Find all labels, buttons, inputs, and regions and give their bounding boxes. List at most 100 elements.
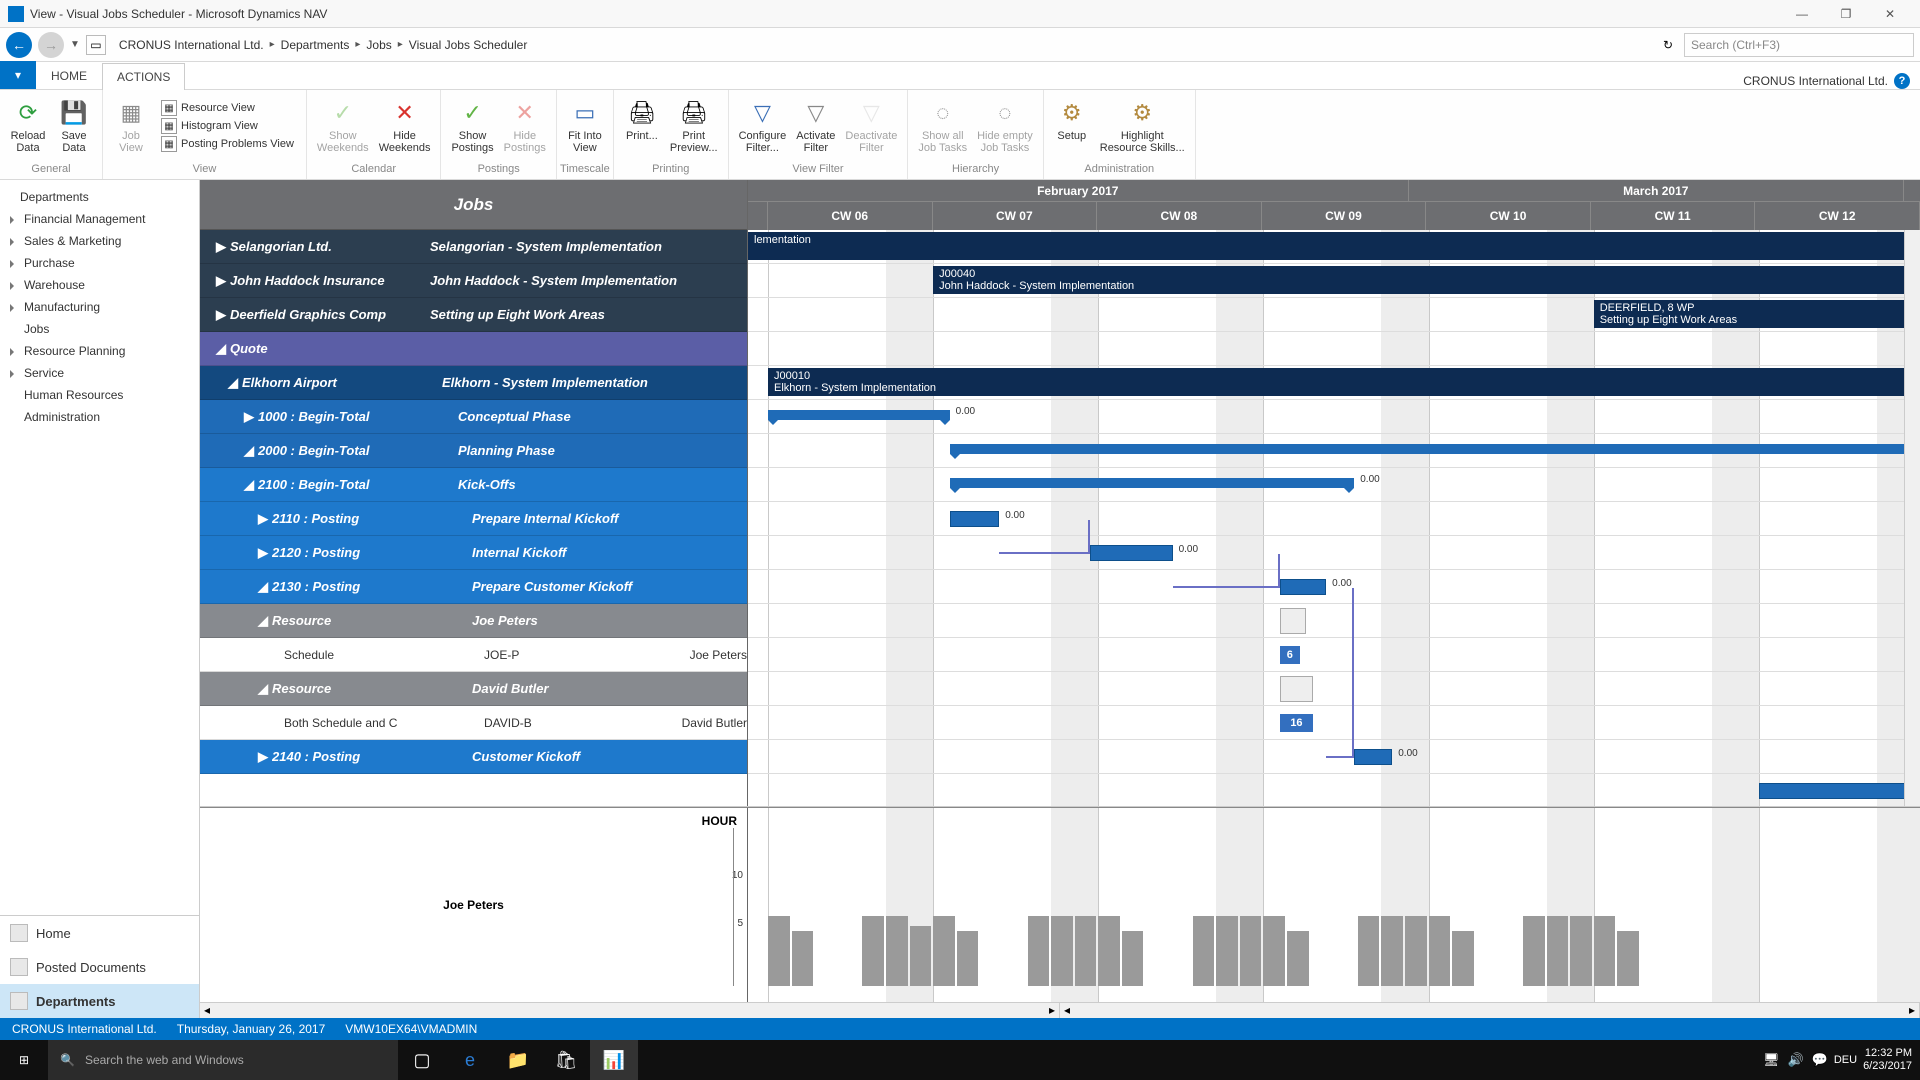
gantt-task-2110[interactable] <box>950 511 1000 527</box>
gantt-chart-body[interactable]: lementation J00040John Haddock - System I… <box>748 230 1920 806</box>
job-row[interactable]: ▶Selangorian Ltd.Selangorian - System Im… <box>200 230 747 264</box>
gantt-link[interactable] <box>1173 554 1280 588</box>
breadcrumb-part[interactable]: Visual Jobs Scheduler <box>409 38 528 52</box>
gantt-bar-deerfield[interactable]: DEERFIELD, 8 WPSetting up Eight Work Are… <box>1594 300 1920 328</box>
nav-posted-documents[interactable]: Posted Documents <box>0 950 199 984</box>
expand-icon[interactable]: ▶ <box>216 273 230 289</box>
configure-filter[interactable]: ▽Configure Filter... <box>735 96 791 156</box>
job-row[interactable]: ◢ResourceJoe Peters <box>200 604 747 638</box>
tray-language[interactable]: DEU <box>1834 1054 1857 1066</box>
gantt-bar-haddock[interactable]: J00040John Haddock - System Implementati… <box>933 266 1920 294</box>
expand-icon[interactable]: ▶ <box>216 307 230 323</box>
expand-icon[interactable]: ◢ <box>258 681 272 697</box>
gantt-summary-2000[interactable] <box>950 444 1920 454</box>
tray-icon[interactable]: 🖥 <box>1763 1052 1780 1068</box>
gantt-summary-1000[interactable] <box>768 410 950 420</box>
save-data[interactable]: 💾Save Data <box>52 96 96 156</box>
expand-icon[interactable]: ◢ <box>244 477 258 493</box>
gantt-bar-elkhorn[interactable]: J00010Elkhorn - System Implementation <box>768 368 1920 396</box>
print[interactable]: 🖨Print... <box>620 96 664 144</box>
gantt-value[interactable]: 0.00 <box>1398 748 1417 759</box>
gantt-bar-selangorian[interactable]: lementation <box>748 232 1920 260</box>
gantt-allocbox-joe[interactable] <box>1280 608 1306 634</box>
fit-into-view[interactable]: ▭Fit Into View <box>563 96 607 156</box>
job-row[interactable]: Both Schedule and CDAVID-BDavid Butler <box>200 706 747 740</box>
job-row[interactable]: ◢2000 : Begin-TotalPlanning Phase <box>200 434 747 468</box>
maximize-button[interactable]: ❐ <box>1824 0 1868 28</box>
nav-item-administration[interactable]: Administration <box>0 406 199 428</box>
expand-icon[interactable]: ▶ <box>244 409 258 425</box>
job-row[interactable]: ▶2120 : PostingInternal Kickoff <box>200 536 747 570</box>
activate-filter[interactable]: ▽Activate Filter <box>792 96 839 156</box>
nav-item-jobs[interactable]: Jobs <box>0 318 199 340</box>
show-postings[interactable]: ✓Show Postings <box>447 96 497 156</box>
nav-item-sales-marketing[interactable]: Sales & Marketing <box>0 230 199 252</box>
breadcrumb-part[interactable]: Departments <box>281 38 350 52</box>
job-row[interactable]: ◢2100 : Begin-TotalKick-Offs <box>200 468 747 502</box>
job-row[interactable]: ▶John Haddock InsuranceJohn Haddock - Sy… <box>200 264 747 298</box>
breadcrumb-part[interactable]: CRONUS International Ltd. <box>119 38 264 52</box>
nav-app-icon[interactable]: 📊 <box>590 1040 638 1080</box>
job-row[interactable]: ◢Elkhorn AirportElkhorn - System Impleme… <box>200 366 747 400</box>
nav-item-human-resources[interactable]: Human Resources <box>0 384 199 406</box>
nav-item-departments[interactable]: Departments <box>0 186 199 208</box>
highlight-resource-skills[interactable]: ⚙Highlight Resource Skills... <box>1096 96 1189 156</box>
gantt-allocbox-david[interactable] <box>1280 676 1313 702</box>
gantt-task-2130[interactable] <box>1280 579 1326 595</box>
job-row[interactable]: ◢Quote <box>200 332 747 366</box>
breadcrumb-part[interactable]: Jobs <box>366 38 391 52</box>
nav-back-button[interactable]: ← <box>6 32 32 58</box>
job-row[interactable]: ▶1000 : Begin-TotalConceptual Phase <box>200 400 747 434</box>
horizontal-scrollbars[interactable]: ◂▸ ◂▸ <box>200 1002 1920 1018</box>
search-input[interactable]: Search (Ctrl+F3) <box>1684 33 1914 57</box>
posting-problems-view[interactable]: ▦Posting Problems View <box>161 136 294 152</box>
nav-forward-button[interactable]: → <box>38 32 64 58</box>
gantt-alloc-david[interactable]: 16 <box>1280 714 1313 732</box>
expand-icon[interactable]: ◢ <box>258 613 272 629</box>
expand-icon[interactable]: ▶ <box>258 545 272 561</box>
help-icon[interactable]: ? <box>1894 73 1910 89</box>
vertical-scrollbar[interactable] <box>1904 230 1920 806</box>
close-button[interactable]: ✕ <box>1868 0 1912 28</box>
nav-item-financial-management[interactable]: Financial Management <box>0 208 199 230</box>
gantt-task-trailing[interactable] <box>1759 783 1920 799</box>
breadcrumb[interactable]: CRONUS International Ltd.▸ Departments▸ … <box>112 33 1652 57</box>
job-row[interactable]: ▶2110 : PostingPrepare Internal Kickoff <box>200 502 747 536</box>
gantt-alloc-joe[interactable]: 6 <box>1280 646 1300 664</box>
task-view-button[interactable]: ▢ <box>398 1040 446 1080</box>
gantt-task-2140[interactable] <box>1354 749 1392 765</box>
job-row[interactable]: ◢ResourceDavid Butler <box>200 672 747 706</box>
histogram-view[interactable]: ▦Histogram View <box>161 118 294 134</box>
expand-icon[interactable]: ▶ <box>216 239 230 255</box>
nav-item-warehouse[interactable]: Warehouse <box>0 274 199 296</box>
tab-actions[interactable]: ACTIONS <box>102 63 185 90</box>
expand-icon[interactable]: ▶ <box>258 511 272 527</box>
refresh-button[interactable]: ↻ <box>1658 35 1678 55</box>
job-row[interactable]: ▶2140 : PostingCustomer Kickoff <box>200 740 747 774</box>
expand-icon[interactable]: ◢ <box>228 375 242 391</box>
tray-icons[interactable]: 🖥 🔊 💬 <box>1763 1052 1828 1068</box>
start-button[interactable]: ⊞ <box>0 1040 48 1080</box>
nav-item-service[interactable]: Service <box>0 362 199 384</box>
system-tray[interactable]: 🖥 🔊 💬 DEU 12:32 PM 6/23/2017 <box>1763 1047 1920 1073</box>
nav-item-purchase[interactable]: Purchase <box>0 252 199 274</box>
file-explorer-icon[interactable]: 📁 <box>494 1040 542 1080</box>
tray-network-icon[interactable]: 💬 <box>1812 1052 1828 1068</box>
expand-icon[interactable]: ◢ <box>216 341 230 357</box>
nav-departments[interactable]: Departments <box>0 984 199 1018</box>
reload-data[interactable]: ⟳Reload Data <box>6 96 50 156</box>
nav-item-manufacturing[interactable]: Manufacturing <box>0 296 199 318</box>
setup[interactable]: ⚙Setup <box>1050 96 1094 144</box>
expand-icon[interactable]: ◢ <box>258 579 272 595</box>
job-row[interactable]: ScheduleJOE-PJoe Peters <box>200 638 747 672</box>
job-row[interactable]: ◢2130 : PostingPrepare Customer Kickoff <box>200 570 747 604</box>
gantt-value[interactable]: 0.00 <box>1360 474 1379 485</box>
hide-weekends[interactable]: ✕Hide Weekends <box>375 96 435 156</box>
minimize-button[interactable]: — <box>1780 0 1824 28</box>
tray-clock[interactable]: 12:32 PM 6/23/2017 <box>1863 1047 1912 1073</box>
gantt-task-2120[interactable] <box>1090 545 1173 561</box>
gantt-value[interactable]: 0.00 <box>956 406 975 417</box>
nav-dropdown-icon[interactable]: ▼ <box>70 39 80 50</box>
resource-view[interactable]: ▦Resource View <box>161 100 294 116</box>
job-row[interactable]: ▶Deerfield Graphics CompSetting up Eight… <box>200 298 747 332</box>
